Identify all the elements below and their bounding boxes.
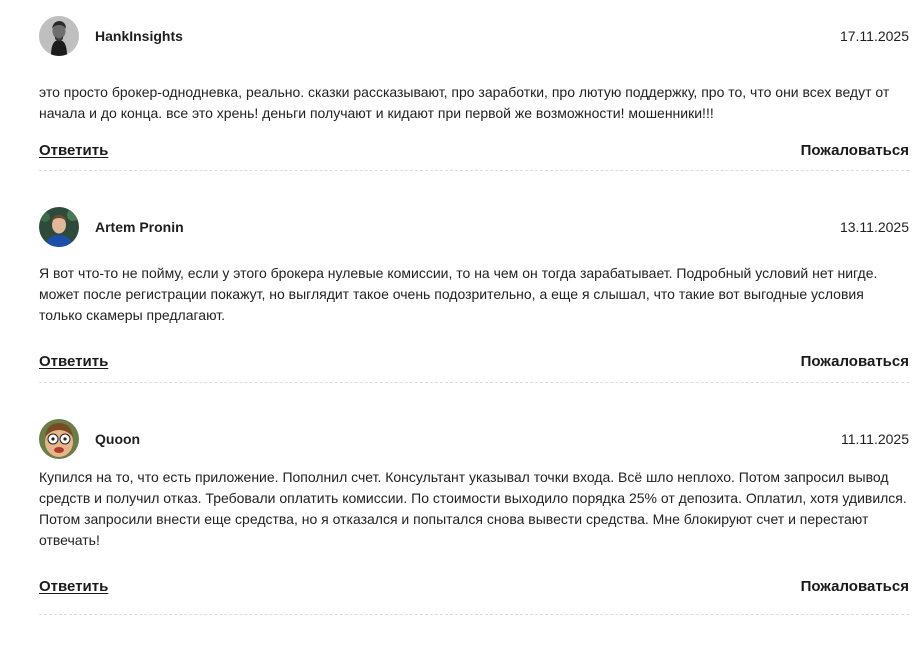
- comment-actions: Ответить Пожаловаться: [39, 142, 909, 164]
- comment-actions: Ответить Пожаловаться: [39, 353, 909, 375]
- report-link[interactable]: Пожаловаться: [801, 578, 909, 595]
- comment-date: 11.11.2025: [841, 431, 909, 447]
- comments-list: HankInsights 17.11.2025 это просто броке…: [0, 16, 918, 615]
- reply-link[interactable]: Ответить: [39, 142, 108, 159]
- comment-text: Купился на то, что есть приложение. Попо…: [39, 469, 907, 548]
- avatar-cartoon-face-icon[interactable]: [39, 419, 79, 459]
- comment-author: Quoon: [95, 431, 141, 447]
- comment-date: 13.11.2025: [839, 219, 909, 235]
- avatar-man-blue-shirt-icon[interactable]: [39, 207, 79, 247]
- reply-link[interactable]: Ответить: [39, 578, 108, 595]
- comment-header: Artem Pronin 13.11.2025: [39, 207, 909, 247]
- comment-item: HankInsights 17.11.2025 это просто броке…: [39, 16, 909, 171]
- avatar-bw-man-icon[interactable]: [39, 16, 79, 56]
- comment-text: это просто брокер-однодневка, реально. с…: [39, 84, 890, 121]
- comment-text: Я вот что-то не пойму, если у этого брок…: [39, 265, 878, 323]
- report-link[interactable]: Пожаловаться: [801, 142, 909, 159]
- comment-header: Quoon 11.11.2025: [39, 419, 909, 459]
- comment-item: Artem Pronin 13.11.2025 Я вот что-то не …: [39, 207, 909, 383]
- comment-date: 17.11.2025: [839, 28, 909, 44]
- comment-header: HankInsights 17.11.2025: [39, 16, 909, 56]
- comment-author: HankInsights: [95, 28, 183, 44]
- reply-link[interactable]: Ответить: [39, 353, 108, 370]
- comment-item: Quoon 11.11.2025 Купился на то, что есть…: [39, 419, 909, 615]
- comment-author: Artem Pronin: [95, 219, 184, 235]
- comment-actions: Ответить Пожаловаться: [39, 578, 909, 600]
- report-link[interactable]: Пожаловаться: [801, 353, 909, 370]
